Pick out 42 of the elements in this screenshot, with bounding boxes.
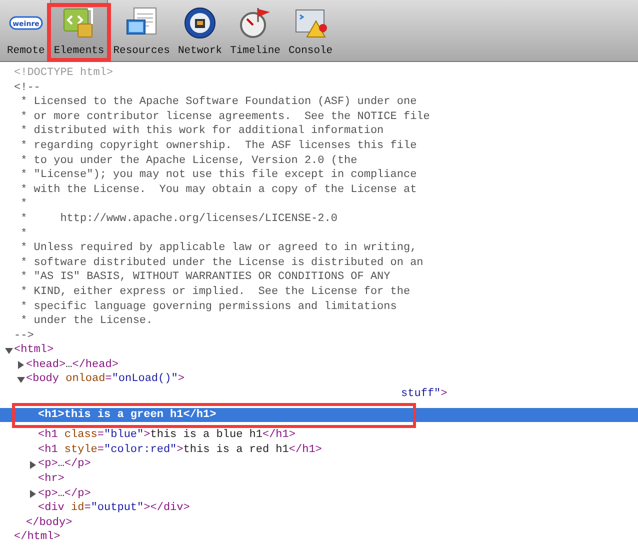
comment-line: * "License"); you may not use this file except in compliance — [20, 168, 417, 183]
code-line[interactable]: </html> — [14, 530, 60, 545]
code-line[interactable]: <div id="output"></div> — [38, 501, 190, 516]
code-line[interactable]: <hr> — [38, 472, 64, 487]
collapsed-triangle-icon[interactable] — [29, 460, 37, 469]
code-line[interactable]: <head>…</head> — [26, 358, 118, 372]
toolbar-tab[interactable]: Resources — [110, 0, 173, 62]
network-globe-icon — [183, 6, 217, 40]
comment-line: * http://www.apache.org/licenses/LICENSE-2.0 — [20, 212, 338, 227]
collapsed-triangle-icon[interactable] — [17, 361, 25, 370]
toolbar-tab[interactable]: Console — [285, 0, 336, 62]
comment-line: --> — [14, 328, 34, 344]
expanded-triangle-icon[interactable] — [5, 346, 13, 355]
code-line[interactable]: stuff"> — [401, 387, 448, 402]
code-line[interactable]: </body> — [26, 516, 72, 530]
code-line[interactable]: <html> — [14, 343, 54, 358]
annotation-box — [47, 3, 111, 62]
code-line[interactable]: <h1 class="blue">this is a blue h1</h1> — [38, 428, 296, 443]
toolbar-tab[interactable]: Network — [174, 0, 226, 62]
expanded-triangle-icon[interactable] — [17, 376, 25, 384]
comment-line: * under the License. — [20, 314, 153, 329]
comment-line: * regarding copyright ownership. The ASF licenses this file — [20, 138, 417, 154]
comment-line: * Licensed to the Apache Software Foundation (ASF) under one — [20, 95, 417, 110]
code-line[interactable]: <h1 style="color:red">this is a red h1</h1> — [38, 442, 322, 458]
comment-line: * to you under the Apache License, Version 2.0 (the — [20, 154, 358, 168]
stopwatch-flag-icon — [238, 6, 272, 40]
comment-line: * — [20, 197, 28, 212]
comment-line: * specific language governing permissions and limitations — [20, 300, 397, 314]
comment-line: * KIND, either express or implied. See the License for the — [20, 284, 410, 300]
toolbar-tab[interactable]: Timeline — [227, 0, 284, 62]
comment-line: * distributed with this work for additional information — [20, 124, 384, 139]
comment-line: <!-- — [14, 80, 40, 96]
comment-line: * — [20, 226, 28, 242]
code-line[interactable]: <body onload="onLoad()"> — [26, 372, 184, 388]
comment-line: * or more contributor license agreements. See the NOTICE file — [20, 110, 430, 124]
comment-line: * "AS IS" BASIS, WITHOUT WARRANTIES OR CONDITIONS OF ANY — [20, 270, 390, 285]
comment-line: * software distributed under the License is distributed on an — [20, 256, 424, 270]
code-line[interactable]: <p>…</p> — [38, 457, 91, 472]
comment-line: * with the License. You may obtain a copy of the License at — [20, 182, 417, 198]
comment-line: * Unless required by applicable law or agreed to in writing, — [20, 241, 417, 256]
collapsed-triangle-icon[interactable] — [29, 490, 37, 498]
code-line[interactable]: <p>…</p> — [38, 486, 91, 502]
